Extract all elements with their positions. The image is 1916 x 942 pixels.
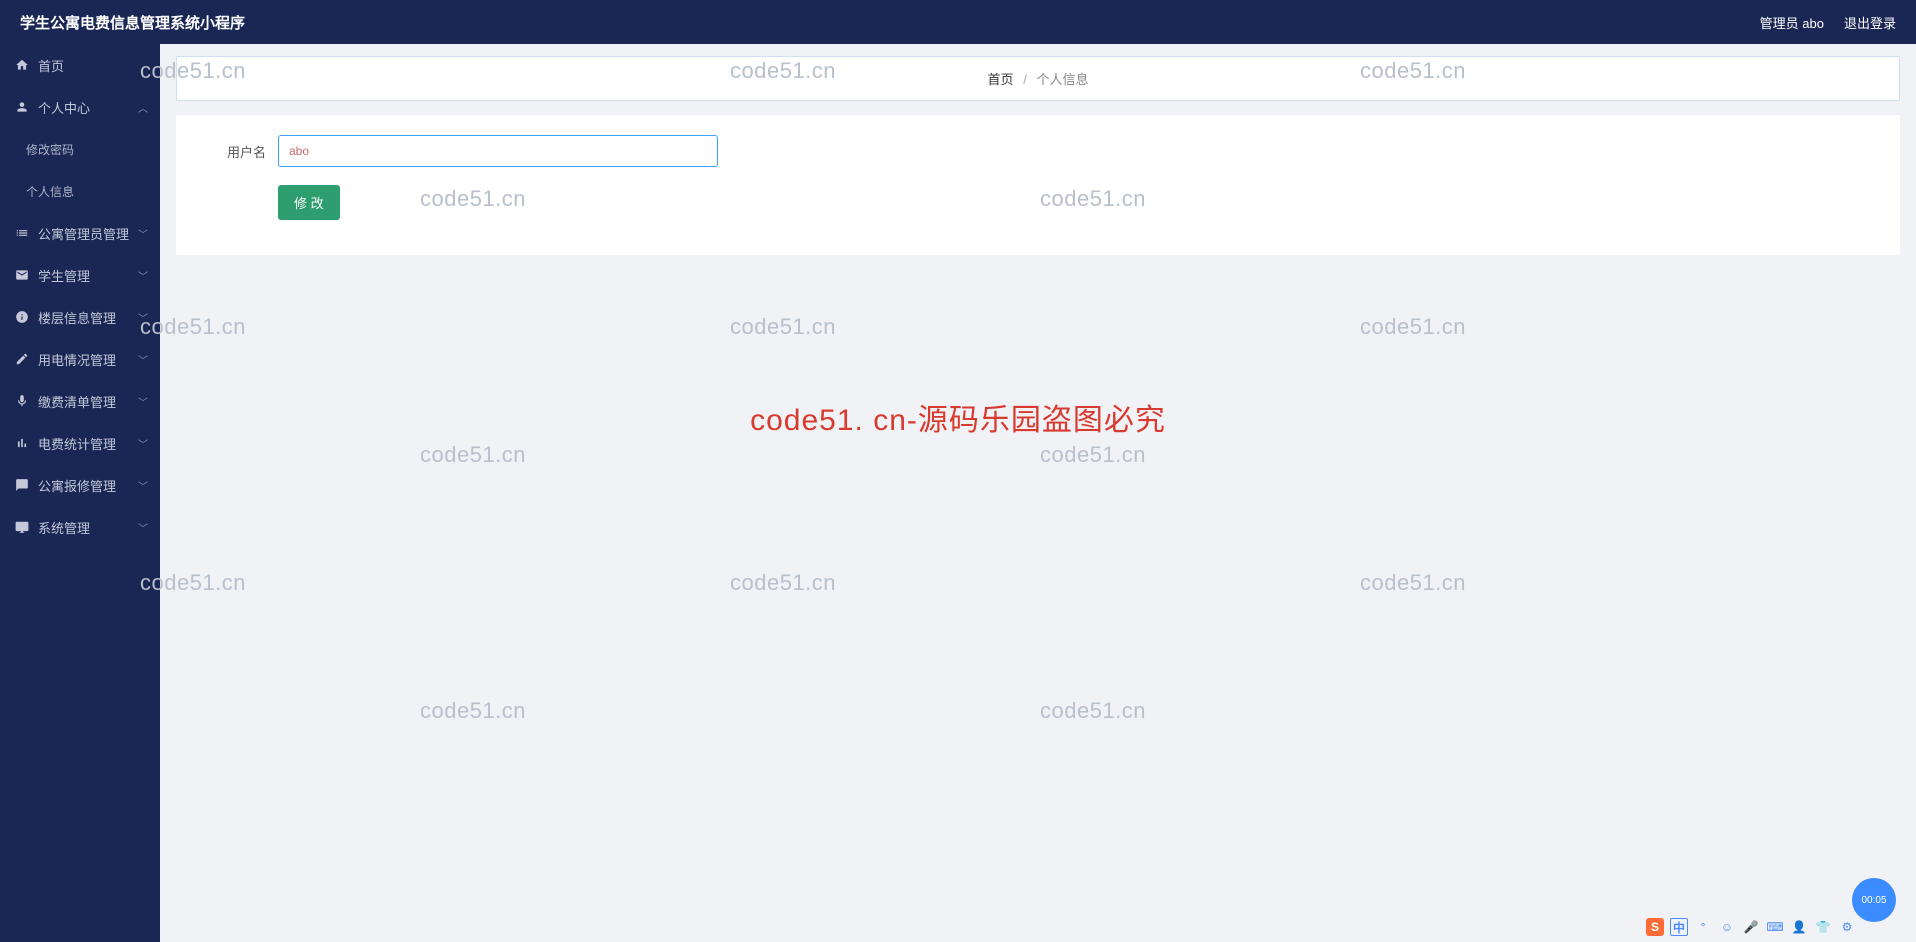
header-actions: 管理员 abo 退出登录 [1760,13,1896,32]
ime-user-icon[interactable]: 👤 [1790,918,1808,936]
ime-punct-icon[interactable]: ° [1694,918,1712,936]
admin-label[interactable]: 管理员 abo [1760,13,1824,32]
sidebar-label: 用电情况管理 [38,350,116,369]
sidebar-label: 公寓管理员管理 [38,224,129,243]
sidebar-item-repair-mgmt[interactable]: 公寓报修管理 ﹀ [0,464,160,506]
form-row-username: 用户名 [206,135,1870,167]
breadcrumb-current: 个人信息 [1036,72,1088,87]
breadcrumb-separator: / [1023,72,1027,87]
sidebar-item-personal-center[interactable]: 个人中心 ︿ [0,86,160,128]
sidebar-label: 学生管理 [38,266,90,285]
submit-button[interactable]: 修 改 [278,185,340,220]
sidebar-label: 缴费清单管理 [38,392,116,411]
sidebar: 首页 个人中心 ︿ 修改密码 个人信息 公寓管理员管理 ﹀ 学生管理 ﹀ 楼层信… [0,44,160,942]
chevron-up-icon: ︿ [138,100,148,115]
info-icon [14,309,30,325]
sidebar-item-floor-mgmt[interactable]: 楼层信息管理 ﹀ [0,296,160,338]
sidebar-item-payment-mgmt[interactable]: 缴费清单管理 ﹀ [0,380,160,422]
floating-badge[interactable]: 00:05 [1852,878,1896,922]
sidebar-label: 首页 [38,56,64,75]
chevron-down-icon: ﹀ [138,394,148,409]
chat-icon [14,477,30,493]
username-label: 用户名 [206,142,266,161]
list-icon [14,225,30,241]
app-container: 首页 个人中心 ︿ 修改密码 个人信息 公寓管理员管理 ﹀ 学生管理 ﹀ 楼层信… [0,44,1916,942]
ime-toolbar: S 中 ° ☺ 🎤 ⌨ 👤 👕 ⚙ [1646,918,1856,936]
ime-emoji-icon[interactable]: ☺ [1718,918,1736,936]
mail-icon [14,267,30,283]
chevron-down-icon: ﹀ [138,478,148,493]
chevron-down-icon: ﹀ [138,268,148,283]
edit-icon [14,351,30,367]
main-content: 首页 / 个人信息 用户名 修 改 [160,44,1916,942]
breadcrumb-home[interactable]: 首页 [988,72,1014,87]
ime-settings-icon[interactable]: ⚙ [1838,918,1856,936]
chevron-down-icon: ﹀ [138,226,148,241]
sidebar-label: 电费统计管理 [38,434,116,453]
app-title: 学生公寓电费信息管理系统小程序 [20,12,245,33]
sidebar-label: 系统管理 [38,518,90,537]
breadcrumb: 首页 / 个人信息 [176,56,1900,101]
sidebar-item-system-mgmt[interactable]: 系统管理 ﹀ [0,506,160,548]
username-input[interactable] [278,135,718,167]
user-icon [14,99,30,115]
sidebar-label: 楼层信息管理 [38,308,116,327]
sidebar-item-home[interactable]: 首页 [0,44,160,86]
sidebar-label: 公寓报修管理 [38,476,116,495]
sidebar-label: 个人信息 [26,183,74,200]
monitor-icon [14,519,30,535]
sidebar-label: 个人中心 [38,98,90,117]
home-icon [14,57,30,73]
sidebar-item-personal-info[interactable]: 个人信息 [0,170,160,212]
sidebar-item-stats-mgmt[interactable]: 电费统计管理 ﹀ [0,422,160,464]
form-actions: 修 改 [206,185,1870,220]
mic-icon [14,393,30,409]
personal-info-form: 用户名 修 改 [176,115,1900,255]
ime-s-icon[interactable]: S [1646,918,1664,936]
ime-zh-icon[interactable]: 中 [1670,918,1688,936]
chevron-down-icon: ﹀ [138,310,148,325]
sidebar-item-admin-mgmt[interactable]: 公寓管理员管理 ﹀ [0,212,160,254]
chevron-down-icon: ﹀ [138,352,148,367]
ime-keyboard-icon[interactable]: ⌨ [1766,918,1784,936]
logout-link[interactable]: 退出登录 [1844,13,1896,32]
sidebar-item-student-mgmt[interactable]: 学生管理 ﹀ [0,254,160,296]
chevron-down-icon: ﹀ [138,436,148,451]
app-header: 学生公寓电费信息管理系统小程序 管理员 abo 退出登录 [0,0,1916,44]
sidebar-item-usage-mgmt[interactable]: 用电情况管理 ﹀ [0,338,160,380]
sidebar-item-change-password[interactable]: 修改密码 [0,128,160,170]
fab-text: 00:05 [1861,895,1886,906]
sidebar-label: 修改密码 [26,141,74,158]
ime-mic-icon[interactable]: 🎤 [1742,918,1760,936]
ime-skin-icon[interactable]: 👕 [1814,918,1832,936]
chart-icon [14,435,30,451]
chevron-down-icon: ﹀ [138,520,148,535]
